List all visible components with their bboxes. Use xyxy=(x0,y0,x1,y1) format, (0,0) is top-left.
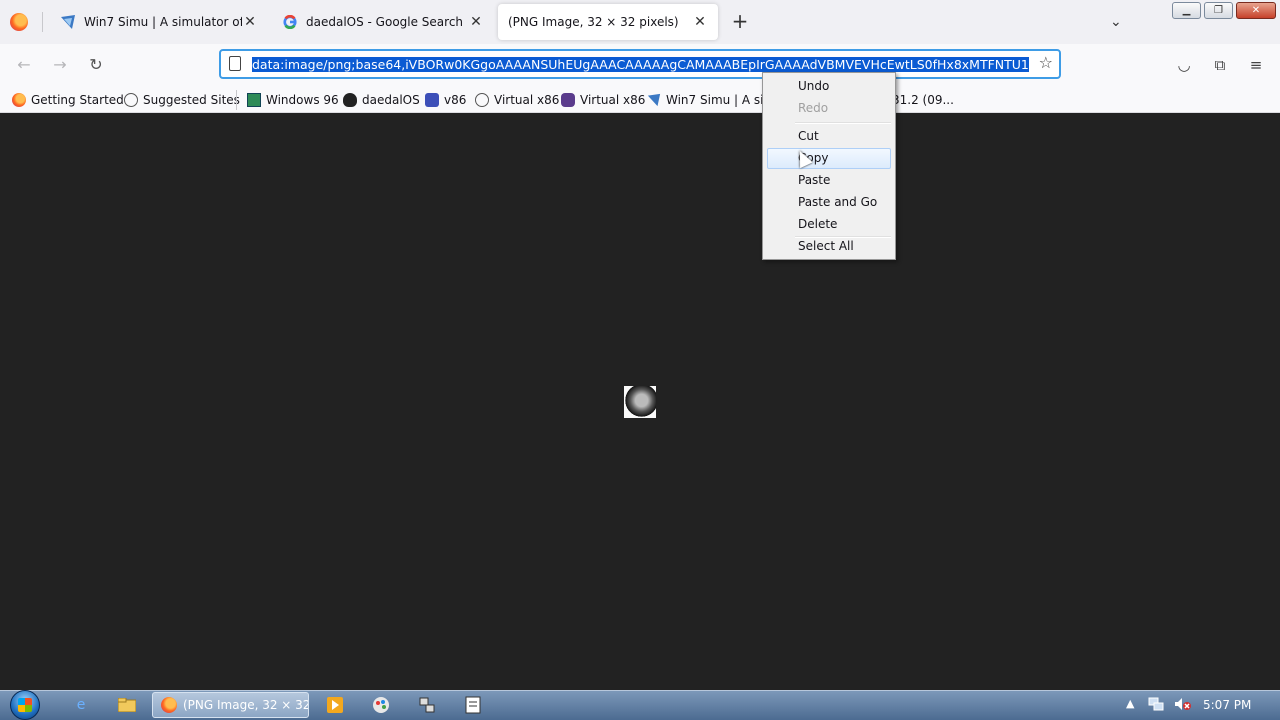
menu-item-undo[interactable]: Undo xyxy=(767,76,891,97)
windows-logo-icon xyxy=(18,698,32,712)
bookmark-label: Suggested Sites xyxy=(143,93,240,107)
forward-button[interactable]: → xyxy=(48,54,72,76)
bookmark-getting-started[interactable]: Getting Started xyxy=(12,90,124,110)
url-input[interactable]: data:image/png;base64,iVBORw0KGgoAAAANSU… xyxy=(252,56,1034,73)
bookmark-label: v86 xyxy=(444,93,467,107)
show-hidden-icons-icon[interactable]: ▲ xyxy=(1126,697,1134,710)
menu-item-copy[interactable]: Copy xyxy=(767,148,891,169)
bookmark-label: Getting Started xyxy=(31,93,124,107)
volume-muted-icon[interactable] xyxy=(1174,697,1192,714)
bookmark-label: Windows 96 xyxy=(266,93,339,107)
v86-icon xyxy=(425,93,439,107)
globe-icon xyxy=(475,93,489,107)
taskbar-firefox-task[interactable]: (PNG Image, 32 × 32 ... xyxy=(152,692,309,718)
task-title: (PNG Image, 32 × 32 ... xyxy=(183,698,309,712)
bookmark-suggested-sites[interactable]: Suggested Sites xyxy=(124,90,240,110)
menu-item-cut[interactable]: Cut xyxy=(767,126,891,147)
google-icon xyxy=(282,14,298,30)
virtualx86-icon xyxy=(561,93,575,107)
png-image xyxy=(624,386,656,418)
reload-button[interactable]: ↻ xyxy=(84,54,108,76)
network-icon[interactable] xyxy=(1148,697,1164,714)
bookmark-label: Virtual x86 xyxy=(580,93,646,107)
bookmark-virtual-x86-2[interactable]: Virtual x86 xyxy=(561,90,645,110)
windows96-icon xyxy=(247,93,261,107)
bookmark-label: Win7 Simu | A sim xyxy=(666,93,776,107)
bookmark-windows-96[interactable]: Windows 96 xyxy=(247,90,339,110)
bookmark-label: daedalOS xyxy=(362,93,420,107)
tab-google-search[interactable]: daedalOS - Google Search ✕ xyxy=(272,4,494,40)
system-clock[interactable]: 5:07 PM xyxy=(1203,698,1251,712)
menu-item-delete[interactable]: Delete xyxy=(767,214,891,235)
network-app-icon[interactable] xyxy=(416,694,438,716)
new-tab-button[interactable]: + xyxy=(730,10,750,32)
internet-explorer-icon[interactable]: e xyxy=(70,694,92,716)
start-button[interactable] xyxy=(8,690,44,720)
close-tab-icon[interactable]: ✕ xyxy=(242,14,258,30)
firefox-icon xyxy=(161,697,177,713)
win7simu-icon xyxy=(60,14,76,30)
notepad-icon[interactable] xyxy=(462,694,484,716)
paint-icon[interactable] xyxy=(370,694,392,716)
bookmark-daedalos[interactable]: daedalOS xyxy=(343,90,420,110)
media-player-icon[interactable] xyxy=(324,694,346,716)
bookmarks-toolbar: Getting Started Suggested Sites Windows … xyxy=(0,86,1280,113)
globe-icon xyxy=(124,93,138,107)
extensions-icon[interactable]: ⧉ xyxy=(1209,54,1231,76)
bookmark-star-icon[interactable]: ☆ xyxy=(1039,53,1053,72)
tab-title: daedalOS - Google Search xyxy=(306,15,464,29)
context-menu: Undo Redo Cut Copy Paste Paste and Go De… xyxy=(762,72,896,260)
tab-title: Win7 Simu | A simulator of Win xyxy=(84,15,242,29)
url-selected-text: data:image/png;base64,iVBORw0KGgoAAAANSU… xyxy=(252,57,1029,72)
firefox-view-icon[interactable] xyxy=(10,13,28,31)
app-menu-icon[interactable]: ≡ xyxy=(1245,54,1267,76)
bookmark-virtual-x86[interactable]: Virtual x86 xyxy=(475,90,559,110)
tab-separator xyxy=(42,12,43,32)
tab-bar: Win7 Simu | A simulator of Win ✕ daedalO… xyxy=(0,0,1280,44)
bookmark-win7-simu[interactable]: Win7 Simu | A sim xyxy=(647,90,775,110)
menu-item-paste[interactable]: Paste xyxy=(767,170,891,191)
menu-item-redo[interactable]: Redo xyxy=(767,98,891,119)
bookmark-v86[interactable]: v86 xyxy=(425,90,466,110)
tab-title: (PNG Image, 32 × 32 pixels) xyxy=(508,15,679,29)
restore-button[interactable]: ❐ xyxy=(1204,2,1233,19)
tab-win7-simu[interactable]: Win7 Simu | A simulator of Win ✕ xyxy=(50,4,268,40)
bookmark-separator xyxy=(236,90,237,110)
menu-separator xyxy=(795,122,891,124)
bookmark-label: Virtual x86 xyxy=(494,93,560,107)
page-icon xyxy=(229,56,241,71)
pocket-icon[interactable]: ◡ xyxy=(1173,54,1195,76)
firefox-icon xyxy=(12,93,26,107)
close-tab-icon[interactable]: ✕ xyxy=(692,14,708,30)
window-controls: ▁ ❐ ✕ xyxy=(1172,2,1276,19)
tab-png-image[interactable]: (PNG Image, 32 × 32 pixels) ✕ xyxy=(498,4,718,40)
daedalos-icon xyxy=(343,93,357,107)
menu-item-select-all[interactable]: Select All xyxy=(767,236,891,257)
list-all-tabs-icon[interactable]: ⌄ xyxy=(1110,14,1122,30)
close-window-button[interactable]: ✕ xyxy=(1236,2,1276,19)
menu-item-paste-and-go[interactable]: Paste and Go xyxy=(767,192,891,213)
file-explorer-icon[interactable] xyxy=(116,694,138,716)
back-button[interactable]: ← xyxy=(12,54,36,76)
close-tab-icon[interactable]: ✕ xyxy=(468,14,484,30)
win7simu-icon xyxy=(647,93,661,107)
minimize-button[interactable]: ▁ xyxy=(1172,2,1201,19)
url-bar[interactable]: data:image/png;base64,iVBORw0KGgoAAAANSU… xyxy=(219,49,1061,79)
